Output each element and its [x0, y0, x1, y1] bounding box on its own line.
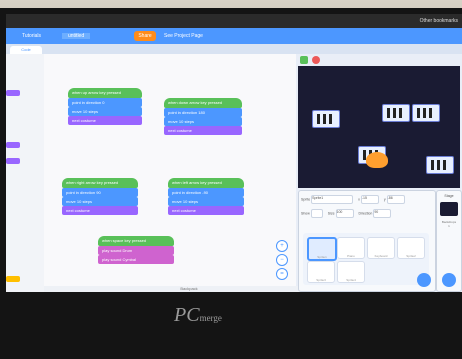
- looks-block[interactable]: next costume: [168, 206, 244, 215]
- event-hat-block[interactable]: when down arrow key pressed: [164, 98, 242, 108]
- script-up-arrow[interactable]: when up arrow key pressed point in direc…: [68, 88, 142, 125]
- sprite-row: Sprite Sprite1 x -15 y -86: [301, 195, 409, 204]
- zoom-reset-button[interactable]: =: [276, 268, 288, 280]
- sprite-thumb[interactable]: Sprite4: [337, 261, 365, 283]
- add-backdrop-button[interactable]: [442, 273, 456, 287]
- sprite-name-input[interactable]: Sprite1: [311, 195, 354, 204]
- sprite-list: Sprite1 Piano Keyboard Sprite2 Sprite3 S…: [303, 233, 429, 285]
- event-hat-block[interactable]: when left arrow key pressed: [168, 178, 244, 188]
- backpack-bar[interactable]: Backpack: [44, 286, 334, 292]
- sprite-info-pane: Sprite Sprite1 x -15 y -86 Show Size 100…: [298, 190, 436, 292]
- looks-block[interactable]: next costume: [68, 116, 142, 125]
- show-label: Show: [301, 211, 310, 216]
- backdrop-thumbnail[interactable]: [440, 202, 458, 216]
- code-workspace[interactable]: when up arrow key pressed point in direc…: [44, 54, 334, 292]
- sprite-thumb[interactable]: Keyboard: [367, 237, 395, 259]
- sprite-thumb[interactable]: Sprite1: [307, 237, 337, 261]
- piano-sprite[interactable]: [412, 104, 440, 122]
- piano-sprite[interactable]: [382, 104, 410, 122]
- stage-pane[interactable]: Stage Backdrops 1: [436, 190, 462, 292]
- palette-block[interactable]: [6, 142, 20, 148]
- looks-block[interactable]: next costume: [62, 206, 138, 215]
- laptop-brand: PCmerge: [174, 304, 222, 326]
- block-palette[interactable]: [6, 54, 45, 292]
- show-toggle[interactable]: [310, 209, 323, 218]
- looks-block[interactable]: next costume: [164, 126, 242, 135]
- motion-block[interactable]: point in direction -90: [168, 188, 244, 197]
- sprite-thumb[interactable]: Sprite2: [397, 237, 425, 259]
- script-left-arrow[interactable]: when left arrow key pressed point in dir…: [168, 178, 244, 215]
- event-hat-block[interactable]: when space key pressed: [98, 236, 174, 246]
- zoom-in-button[interactable]: +: [276, 240, 288, 252]
- motion-block[interactable]: move 10 steps: [62, 197, 138, 206]
- motion-block[interactable]: point in direction 0: [68, 98, 142, 107]
- x-input[interactable]: -15: [360, 195, 379, 204]
- share-button[interactable]: Share: [134, 31, 156, 41]
- event-hat-block[interactable]: when right arrow key pressed: [62, 178, 138, 188]
- size-label: Size: [327, 211, 335, 216]
- motion-block[interactable]: point in direction 90: [62, 188, 138, 197]
- editor-tabs: Code: [6, 44, 462, 54]
- motion-block[interactable]: point in direction 180: [164, 108, 242, 117]
- backdrops-count: 1: [448, 224, 450, 228]
- direction-input[interactable]: 90: [373, 209, 392, 218]
- palette-block[interactable]: [6, 90, 20, 96]
- script-space-key[interactable]: when space key pressed play sound Drum p…: [98, 236, 174, 264]
- show-row: Show Size 100 Direction 90: [301, 209, 395, 218]
- motion-block[interactable]: move 10 steps: [164, 117, 242, 126]
- sprite-thumb[interactable]: Piano: [337, 237, 365, 259]
- bookmarks-label[interactable]: Other bookmarks: [420, 18, 458, 24]
- project-title-input[interactable]: untitled: [62, 33, 91, 39]
- cat-sprite[interactable]: [366, 152, 388, 168]
- palette-block[interactable]: [6, 158, 20, 164]
- add-sprite-button[interactable]: [417, 273, 431, 287]
- tutorials-menu[interactable]: Tutorials: [22, 33, 41, 39]
- piano-sprite[interactable]: [312, 110, 340, 128]
- sound-block[interactable]: play sound Drum: [98, 246, 174, 255]
- scratch-menu-bar: Tutorials untitled Share See Project Pag…: [6, 28, 462, 44]
- direction-label: Direction: [358, 211, 373, 216]
- laptop: Other bookmarks Tutorials untitled Share…: [0, 8, 462, 359]
- y-input[interactable]: -86: [386, 195, 405, 204]
- palette-block[interactable]: [6, 276, 20, 282]
- stop-icon[interactable]: [312, 56, 320, 64]
- green-flag-icon[interactable]: [300, 56, 308, 64]
- x-label: x: [358, 197, 360, 202]
- piano-sprite[interactable]: [426, 156, 454, 174]
- tab-code[interactable]: Code: [10, 46, 42, 54]
- motion-block[interactable]: move 10 steps: [168, 197, 244, 206]
- sprite-label: Sprite: [301, 197, 311, 202]
- motion-block[interactable]: move 10 steps: [68, 107, 142, 116]
- stage-header: [296, 54, 462, 66]
- stage-canvas[interactable]: [298, 66, 460, 188]
- browser-bar: Other bookmarks: [6, 14, 462, 28]
- event-hat-block[interactable]: when up arrow key pressed: [68, 88, 142, 98]
- sprite-thumb[interactable]: Sprite3: [307, 261, 335, 283]
- zoom-out-button[interactable]: −: [276, 254, 288, 266]
- screen: Other bookmarks Tutorials untitled Share…: [6, 14, 462, 292]
- y-label: y: [383, 197, 386, 202]
- script-down-arrow[interactable]: when down arrow key pressed point in dir…: [164, 98, 242, 135]
- sound-block[interactable]: play sound Cymbal: [98, 255, 174, 264]
- size-input[interactable]: 100: [335, 209, 354, 218]
- script-right-arrow[interactable]: when right arrow key pressed point in di…: [62, 178, 138, 215]
- see-project-page-button[interactable]: See Project Page: [164, 33, 203, 39]
- stage-label: Stage: [444, 194, 454, 198]
